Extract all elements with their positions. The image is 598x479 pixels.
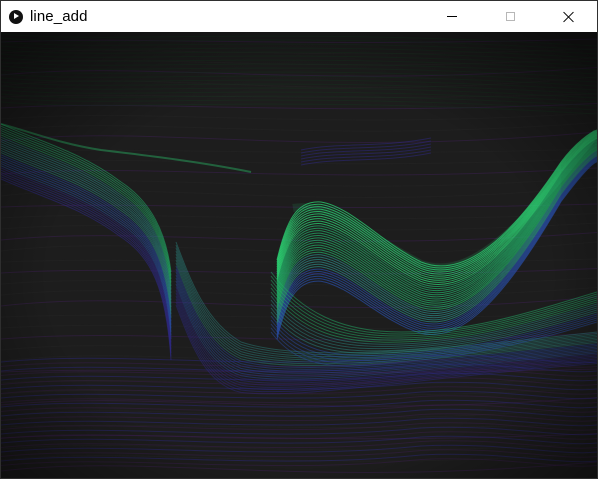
minimize-icon: [447, 16, 457, 17]
close-icon: [562, 11, 574, 23]
window-controls: [423, 1, 597, 32]
generative-art: [1, 32, 597, 478]
maximize-button[interactable]: [481, 1, 539, 32]
vignette: [1, 32, 597, 478]
close-button[interactable]: [539, 1, 597, 32]
minimize-button[interactable]: [423, 1, 481, 32]
maximize-icon: [505, 12, 515, 21]
window-title: line_add: [30, 8, 88, 25]
title-bar[interactable]: line_add: [1, 1, 597, 32]
app-window: line_add: [0, 0, 598, 479]
sketch-canvas[interactable]: [1, 32, 597, 478]
processing-play-icon: [9, 9, 23, 24]
